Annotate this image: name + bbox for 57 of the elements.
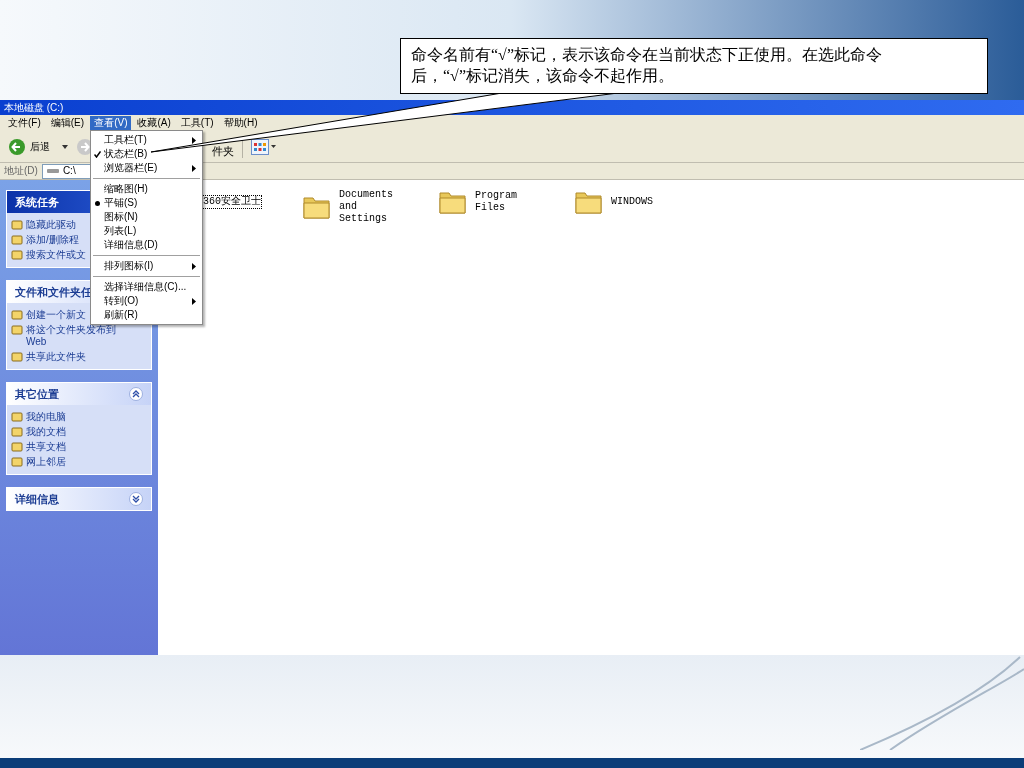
task-link[interactable]: 共享文档 [26,441,126,453]
menu-option[interactable]: 平铺(S) [91,196,202,210]
file-name[interactable]: Documents and Settings [338,188,398,226]
folders-button[interactable]: 件夹 [212,146,234,157]
task-icon [11,351,23,363]
task-link[interactable]: 我的文档 [26,426,126,438]
menu-option[interactable]: 浏览器栏(E) [91,161,202,175]
task-link[interactable]: 将这个文件夹发布到 Web [26,324,126,348]
task-link[interactable]: 网上邻居 [26,456,126,468]
views-button[interactable] [251,138,276,155]
menu-item[interactable]: 帮助(H) [219,116,262,130]
menu-option[interactable]: 列表(L) [91,224,202,238]
menu-option[interactable]: 选择详细信息(C)... [91,280,202,294]
window-title: 本地磁盘 (C:) [4,102,64,113]
dropdown-caret-icon[interactable] [62,144,68,149]
menu-item[interactable]: 收藏(A) [133,116,175,130]
submenu-arrow-icon [192,262,196,270]
menu-option[interactable]: 详细信息(D) [91,238,202,252]
back-button[interactable]: 后退 [4,137,54,156]
drive-icon [46,168,59,174]
menu-option[interactable]: 图标(N) [91,210,202,224]
dropdown-caret-icon [271,145,276,148]
expand-button[interactable] [129,492,143,506]
task-icon [11,234,23,246]
task-icon [11,309,23,321]
menu-option[interactable]: 刷新(R) [91,308,202,322]
task-icon [11,441,23,453]
task-icon [11,411,23,423]
menu-option[interactable]: 转到(O) [91,294,202,308]
menu-item[interactable]: 查看(V) [90,116,132,130]
menu-option[interactable]: 工具栏(T) [91,133,202,147]
menu-item[interactable]: 工具(T) [176,116,218,130]
address-label: 地址(D) [4,166,38,176]
menu-option[interactable]: 缩略图(H) [91,182,202,196]
task-icon [11,219,23,231]
submenu-arrow-icon [192,136,196,144]
file-name[interactable]: WINDOWS [610,195,654,209]
task-group-title: 详细信息 [15,491,59,507]
callout-text: 命令名前有“√”标记，表示该命令在当前状态下正使用。在选此命令后，“√”标记消失，该命令不起作用。 [411,45,883,86]
collapse-button[interactable] [129,387,143,401]
menu-option[interactable]: 排列图标(I) [91,259,202,273]
bullet-icon [95,200,100,206]
check-icon [94,150,101,158]
menu-item[interactable]: 编辑(E) [46,116,89,130]
file-name[interactable]: Program Files [474,189,534,215]
menu-option[interactable]: 状态栏(B) [91,147,202,161]
task-group-title: 其它位置 [15,386,59,402]
task-icon [11,426,23,438]
task-icon [11,324,23,336]
task-icon [11,249,23,261]
task-icon [11,456,23,468]
task-link[interactable]: 我的电脑 [26,411,126,423]
submenu-arrow-icon [192,297,196,305]
task-group-title: 系统任务 [15,194,59,210]
menu-item[interactable]: 文件(F) [4,116,45,130]
submenu-arrow-icon [192,164,196,172]
task-link[interactable]: 共享此文件夹 [26,351,126,363]
